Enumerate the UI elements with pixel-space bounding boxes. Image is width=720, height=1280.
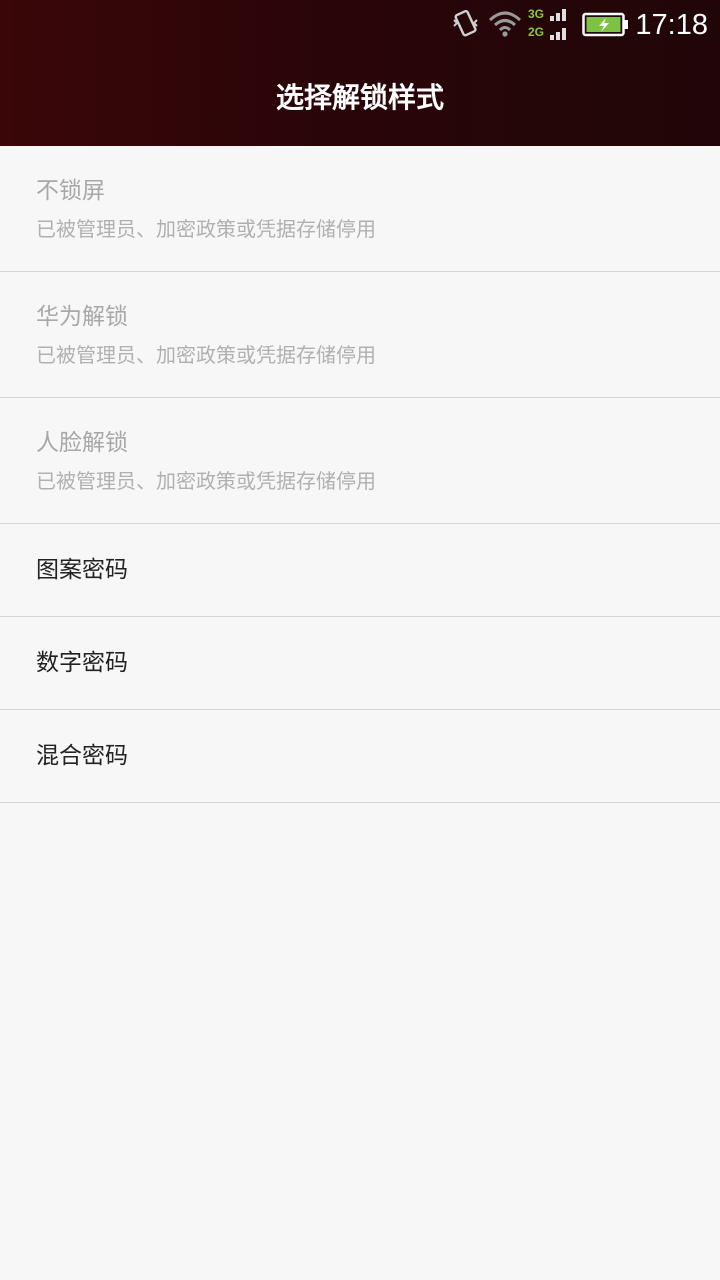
battery-charging-icon [582, 12, 630, 42]
list-item-label: 混合密码 [36, 743, 128, 769]
signal-icon: 3G 2G [528, 4, 572, 48]
list-item-label: 图案密码 [36, 557, 128, 583]
list-item-huawei-unlock[interactable]: 华为解锁 已被管理员、加密政策或凭据存储停用 [0, 272, 720, 398]
list-item-face-unlock[interactable]: 人脸解锁 已被管理员、加密政策或凭据存储停用 [0, 398, 720, 524]
status-time: 17:18 [635, 9, 708, 41]
list-item-sublabel: 已被管理员、加密政策或凭据存储停用 [36, 343, 376, 367]
list-item-sublabel: 已被管理员、加密政策或凭据存储停用 [36, 217, 376, 241]
list-item-label: 华为解锁 [36, 304, 128, 330]
status-bar: 3G 2G 17:18 [0, 0, 720, 50]
list-item-sublabel: 已被管理员、加密政策或凭据存储停用 [36, 469, 376, 493]
list-item-label: 人脸解锁 [36, 430, 128, 456]
list-item-mixed-password[interactable]: 混合密码 [0, 710, 720, 803]
app-header: 3G 2G 17:18 选择解锁样式 [0, 0, 720, 146]
unlock-style-list: 不锁屏 已被管理员、加密政策或凭据存储停用 华为解锁 已被管理员、加密政策或凭据… [0, 146, 720, 803]
list-item-label: 不锁屏 [36, 178, 105, 204]
list-item-pin-password[interactable]: 数字密码 [0, 617, 720, 710]
list-item-no-lock[interactable]: 不锁屏 已被管理员、加密政策或凭据存储停用 [0, 146, 720, 272]
page-title: 选择解锁样式 [275, 81, 444, 114]
list-item-label: 数字密码 [36, 650, 128, 676]
wifi-icon [488, 10, 522, 42]
list-item-pattern-password[interactable]: 图案密码 [0, 524, 720, 617]
network-3g-label: 3G [528, 7, 544, 21]
network-2g-label: 2G [528, 25, 544, 39]
vibrate-icon [452, 8, 480, 44]
